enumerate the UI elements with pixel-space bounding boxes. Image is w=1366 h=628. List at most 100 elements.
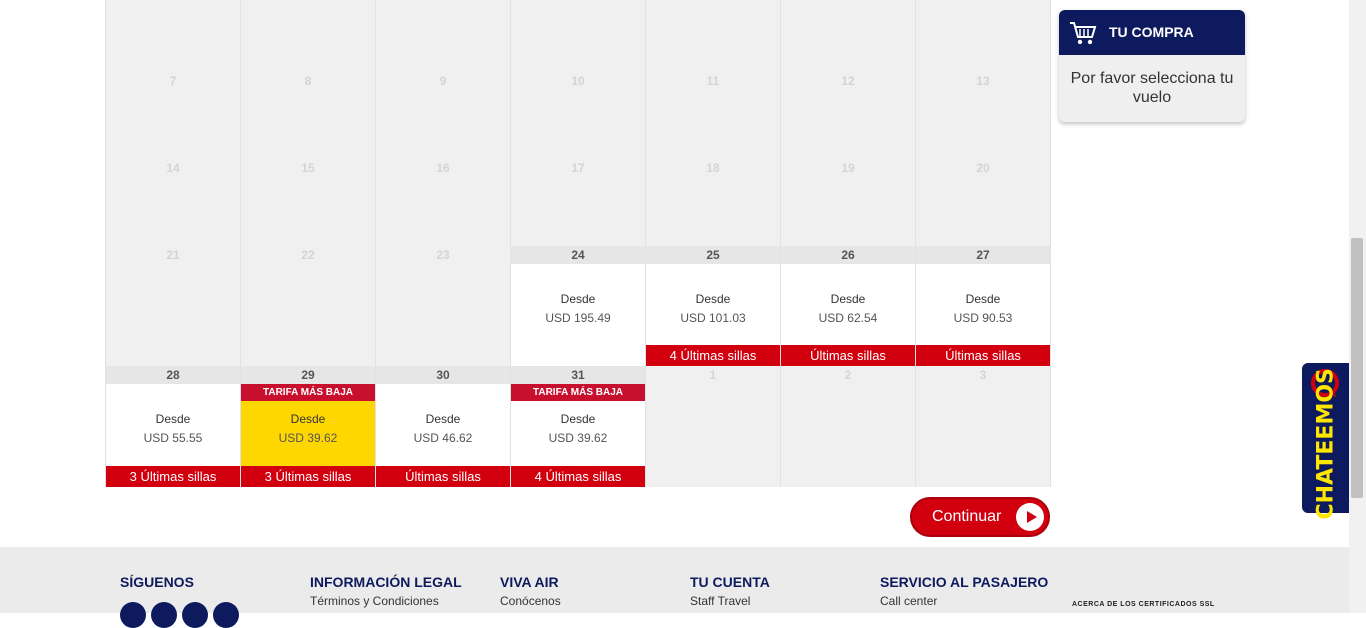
day-number: 18 <box>646 159 780 177</box>
footer: SÍGUENOS INFORMACIÓN LEGAL Términos y Co… <box>0 547 1349 628</box>
lowest-fare-badge: TARIFA MÁS BAJA <box>511 384 645 401</box>
seats-left-label: Últimas sillas <box>376 466 510 487</box>
fare-price: Desde USD 46.62 <box>376 412 510 445</box>
day-number: 17 <box>511 159 645 177</box>
calendar-day-cell[interactable]: 26 Desde USD 62.54 Últimas sillas <box>781 246 916 366</box>
day-number: 29 <box>241 366 375 384</box>
day-number: 3 <box>916 366 1050 384</box>
footer-heading: SÍGUENOS <box>120 574 194 590</box>
calendar-day-cell[interactable]: 29 TARIFA MÁS BAJA Desde USD 39.62 3 Últimas… <box>241 366 376 487</box>
footer-link-call-center[interactable]: Call center <box>880 594 1048 608</box>
seats-left-label: Últimas sillas <box>916 345 1050 366</box>
footer-link-conocenos[interactable]: Conócenos <box>500 594 561 608</box>
day-number: 19 <box>781 159 915 177</box>
fare-price: Desde USD 39.62 <box>511 412 645 445</box>
footer-heading: TU CUENTA <box>690 574 770 590</box>
calendar-day-cell[interactable]: 25 Desde USD 101.03 4 Últimas sillas <box>646 246 781 366</box>
flight-calendar: 7 8 9 10 11 12 13 14 15 16 17 18 19 20 21 22 23 24 Desde US… <box>105 0 1051 487</box>
calendar-day-cell[interactable]: 31 TARIFA MÁS BAJA Desde USD 39.62 4 Últimas… <box>511 366 646 487</box>
calendar-day-cell: 10 <box>511 72 646 159</box>
ssl-certificates-link[interactable]: ACERCA DE LOS CERTIFICADOS SSL <box>1072 601 1215 608</box>
footer-link-terminos[interactable]: Términos y Condiciones <box>310 594 462 608</box>
fare-from-label: Desde <box>965 292 1001 306</box>
fare-from-label: Desde <box>695 292 731 306</box>
fare-amount: USD 39.62 <box>278 431 338 445</box>
fare-amount: USD 46.62 <box>413 431 473 445</box>
day-number: 15 <box>241 159 375 177</box>
calendar-day-cell: 9 <box>376 72 511 159</box>
footer-heading: INFORMACIÓN LEGAL <box>310 574 462 590</box>
fare-price: Desde USD 62.54 <box>781 292 915 325</box>
fare-price: Desde USD 55.55 <box>106 412 240 445</box>
calendar-day-cell: 14 <box>106 159 241 246</box>
footer-col-siguenos: SÍGUENOS <box>120 574 194 590</box>
seats-left-label: Últimas sillas <box>781 345 915 366</box>
calendar-day-cell: 7 <box>106 72 241 159</box>
calendar-day-cell: 19 <box>781 159 916 246</box>
calendar-day-cell: 22 <box>241 246 376 366</box>
chat-label: CHATEEMOS <box>1313 368 1339 520</box>
purchase-panel-message: Por favor selecciona tu vuelo <box>1070 70 1234 106</box>
fare-from-label: Desde <box>560 292 596 306</box>
purchase-summary-panel: TU COMPRA Por favor selecciona tu vuelo <box>1059 10 1245 122</box>
fare-price: Desde USD 195.49 <box>511 292 645 325</box>
calendar-day-cell: 2 <box>781 366 916 487</box>
day-number: 10 <box>511 72 645 90</box>
fare-amount: USD 101.03 <box>680 311 746 325</box>
day-number: 8 <box>241 72 375 90</box>
linkedin-icon[interactable] <box>213 602 239 628</box>
continue-button[interactable]: Continuar <box>910 497 1050 537</box>
continue-button-label: Continuar <box>932 508 1002 525</box>
calendar-day-cell <box>916 0 1051 72</box>
calendar-day-cell <box>781 0 916 72</box>
calendar-day-cell: 15 <box>241 159 376 246</box>
calendar-day-cell: 11 <box>646 72 781 159</box>
calendar-day-cell: 16 <box>376 159 511 246</box>
footer-col-legal: INFORMACIÓN LEGAL Términos y Condiciones <box>310 574 462 608</box>
day-number: 21 <box>106 246 240 264</box>
day-number: 27 <box>916 246 1050 264</box>
day-number: 16 <box>376 159 510 177</box>
calendar-day-cell: 8 <box>241 72 376 159</box>
day-number: 23 <box>376 246 510 264</box>
footer-heading: VIVA AIR <box>500 574 559 590</box>
calendar-day-cell[interactable]: 27 Desde USD 90.53 Últimas sillas <box>916 246 1051 366</box>
footer-col-tu-cuenta: TU CUENTA Staff Travel <box>690 574 770 608</box>
fare-amount: USD 62.54 <box>818 311 878 325</box>
calendar-day-cell[interactable]: 24 Desde USD 195.49 <box>511 246 646 366</box>
day-number: 1 <box>646 366 780 384</box>
purchase-panel-header: TU COMPRA <box>1059 10 1245 55</box>
calendar-day-cell: 3 <box>916 366 1051 487</box>
calendar-day-cell[interactable]: 30 Desde USD 46.62 Últimas sillas <box>376 366 511 487</box>
fare-amount: USD 90.53 <box>953 311 1013 325</box>
fare-from-label: Desde <box>560 412 596 426</box>
twitter-icon[interactable] <box>151 602 177 628</box>
day-number: 22 <box>241 246 375 264</box>
facebook-icon[interactable] <box>120 602 146 628</box>
day-number: 12 <box>781 72 915 90</box>
play-arrow-icon <box>1016 503 1044 531</box>
scrollbar-thumb[interactable] <box>1351 238 1363 498</box>
fare-amount: USD 39.62 <box>548 431 608 445</box>
day-number: 24 <box>511 246 645 264</box>
calendar-day-cell: 18 <box>646 159 781 246</box>
day-number: 2 <box>781 366 915 384</box>
instagram-icon[interactable] <box>182 602 208 628</box>
day-number: 14 <box>106 159 240 177</box>
day-number: 11 <box>646 72 780 90</box>
day-number: 30 <box>376 366 510 384</box>
calendar-day-cell: 13 <box>916 72 1051 159</box>
fare-price: Desde USD 39.62 <box>241 412 375 445</box>
shopping-cart-icon <box>1070 22 1097 45</box>
day-number: 7 <box>106 72 240 90</box>
fare-amount: USD 195.49 <box>545 311 611 325</box>
day-number: 28 <box>106 366 240 384</box>
calendar-day-cell[interactable]: 28 Desde USD 55.55 3 Últimas sillas <box>106 366 241 487</box>
chat-tab[interactable]: CHATEEMOS <box>1302 363 1350 520</box>
fare-from-label: Desde <box>425 412 461 426</box>
lowest-fare-badge: TARIFA MÁS BAJA <box>241 384 375 401</box>
footer-link-staff-travel[interactable]: Staff Travel <box>690 594 770 608</box>
day-number: 9 <box>376 72 510 90</box>
day-number: 20 <box>916 159 1050 177</box>
day-number: 31 <box>511 366 645 384</box>
